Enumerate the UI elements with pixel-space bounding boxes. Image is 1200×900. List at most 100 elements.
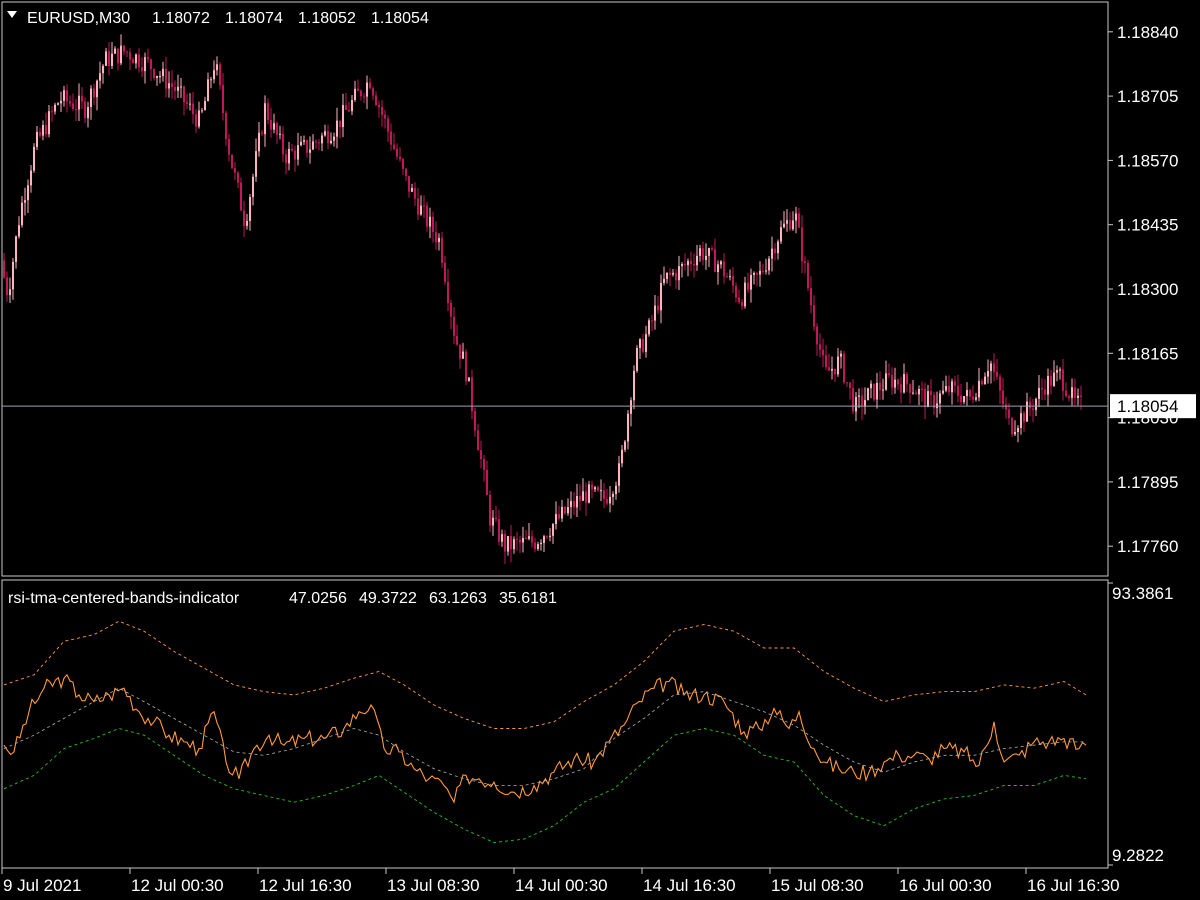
candle-body bbox=[1017, 427, 1019, 432]
candle-body bbox=[573, 500, 575, 508]
candle-body bbox=[966, 390, 968, 397]
candle-body bbox=[270, 119, 272, 130]
candle-body bbox=[888, 373, 890, 376]
candle-body bbox=[18, 225, 20, 237]
candle-body bbox=[624, 441, 626, 450]
candle bbox=[843, 350, 845, 385]
candle bbox=[33, 143, 35, 173]
candle-body bbox=[429, 216, 431, 227]
candle-body bbox=[96, 80, 98, 98]
candle-body bbox=[351, 99, 353, 112]
candle-body bbox=[36, 131, 38, 147]
candle-body bbox=[528, 536, 530, 539]
candle-body bbox=[411, 187, 413, 192]
candle-body bbox=[1032, 408, 1034, 410]
candle-body bbox=[258, 132, 260, 152]
candle-body bbox=[771, 248, 773, 259]
candle-body bbox=[774, 248, 776, 254]
candle-body bbox=[51, 111, 53, 113]
candle bbox=[648, 318, 650, 337]
candle-body bbox=[570, 500, 572, 508]
price-axis[interactable]: 1.18840 1.18705 1.18570 1.18435 1.18300 1.181… bbox=[1108, 23, 1178, 556]
time-tick-label: 9 Jul 2021 bbox=[3, 876, 81, 895]
indicator-value-2: 49.3722 bbox=[359, 590, 417, 607]
candle bbox=[465, 349, 467, 386]
candle-body bbox=[927, 391, 929, 408]
candle-body bbox=[366, 82, 368, 97]
candle-body bbox=[1026, 401, 1028, 422]
candle-body bbox=[789, 220, 791, 230]
candle-body bbox=[159, 75, 161, 77]
candle-body bbox=[156, 76, 158, 78]
candle-body bbox=[558, 514, 560, 519]
candle-body bbox=[204, 101, 206, 111]
candle-body bbox=[456, 335, 458, 345]
candle-body bbox=[1035, 398, 1037, 410]
candle-body bbox=[378, 104, 380, 108]
candle-body bbox=[627, 413, 629, 442]
candle-body bbox=[462, 351, 464, 359]
candle-body bbox=[537, 544, 539, 549]
candle-body bbox=[825, 355, 827, 368]
candle-body bbox=[978, 380, 980, 398]
candle-body bbox=[870, 383, 872, 389]
candle-body bbox=[69, 101, 71, 104]
candle-body bbox=[891, 375, 893, 388]
candle-body bbox=[996, 371, 998, 377]
candle-body bbox=[948, 386, 950, 393]
candle-body bbox=[816, 326, 818, 345]
candle-body bbox=[1008, 409, 1010, 419]
candle-body bbox=[483, 459, 485, 470]
candle-body bbox=[66, 90, 68, 102]
candle-body bbox=[1059, 369, 1061, 371]
candle-body bbox=[468, 377, 470, 382]
candle-body bbox=[450, 302, 452, 317]
time-tick-label: 13 Jul 08:30 bbox=[387, 876, 480, 895]
candle-body bbox=[39, 131, 41, 136]
candle-body bbox=[186, 102, 188, 104]
candle-body bbox=[6, 277, 8, 296]
indicator-axis[interactable]: 93.3861 9.2822 bbox=[1108, 582, 1173, 866]
price-panel[interactable]: EURUSD,M30 1.18072 1.18074 1.18052 1.180… bbox=[1, 1, 1196, 577]
time-tick-label: 15 Jul 08:30 bbox=[771, 876, 864, 895]
candle-body bbox=[924, 389, 926, 408]
candle-body bbox=[147, 57, 149, 60]
candle-body bbox=[495, 517, 497, 520]
candle bbox=[873, 383, 875, 402]
candle-body bbox=[1077, 395, 1079, 398]
candle-body bbox=[210, 79, 212, 81]
candle-body bbox=[507, 536, 509, 552]
candle-body bbox=[984, 376, 986, 385]
candle-body bbox=[444, 262, 446, 282]
candle-body bbox=[291, 148, 293, 151]
candle-body bbox=[1029, 401, 1031, 409]
candle-body bbox=[534, 542, 536, 549]
candle-body bbox=[342, 105, 344, 128]
time-tick-label: 12 Jul 16:30 bbox=[259, 876, 352, 895]
candle-body bbox=[918, 388, 920, 395]
candle-body bbox=[42, 125, 44, 136]
candle-body bbox=[402, 159, 404, 169]
candle-body bbox=[297, 145, 299, 160]
candle-body bbox=[3, 260, 5, 278]
candle-body bbox=[1080, 395, 1082, 397]
candle-body bbox=[399, 156, 401, 160]
candle-body bbox=[321, 135, 323, 144]
candle-body bbox=[441, 237, 443, 263]
candle-body bbox=[900, 384, 902, 393]
candle-body bbox=[1071, 387, 1073, 398]
candle-body bbox=[183, 86, 185, 103]
candle-body bbox=[786, 220, 788, 224]
trading-chart[interactable]: EURUSD,M30 1.18072 1.18074 1.18052 1.180… bbox=[0, 0, 1200, 900]
candle-body bbox=[741, 302, 743, 307]
candle-body bbox=[390, 131, 392, 145]
candle-body bbox=[1023, 413, 1025, 422]
indicator-panel[interactable]: rsi-tma-centered-bands-indicator 47.0256… bbox=[1, 579, 1173, 869]
time-axis[interactable]: 9 Jul 2021 12 Jul 00:30 12 Jul 16:30 13 Jul… bbox=[1, 868, 1120, 895]
price-tick-label: 1.18705 bbox=[1117, 87, 1178, 106]
candle-body bbox=[99, 73, 101, 81]
candle-body bbox=[885, 373, 887, 390]
candle-body bbox=[906, 374, 908, 385]
candle-body bbox=[729, 276, 731, 278]
candle-body bbox=[672, 272, 674, 275]
